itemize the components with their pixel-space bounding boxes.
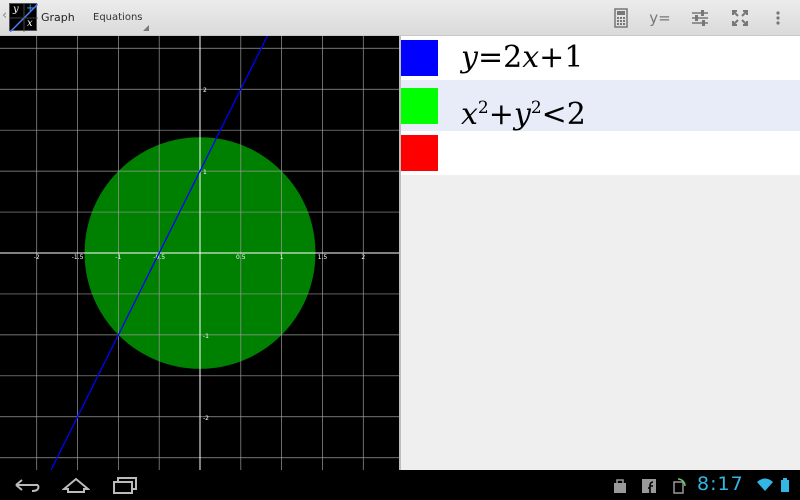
fullscreen-button[interactable] <box>729 6 751 30</box>
recent-apps-icon[interactable] <box>112 475 140 495</box>
overflow-menu-icon <box>776 11 780 25</box>
action-bar: ‹ y + x Graph Equations y= <box>0 0 800 36</box>
settings-button[interactable] <box>688 6 712 30</box>
y-tick-label: 1 <box>203 169 207 176</box>
equation-text-1[interactable]: y=2x+1 <box>461 38 583 78</box>
spinner-triangle-icon <box>143 25 149 31</box>
x-tick-label: 2 <box>361 254 365 261</box>
system-navigation-bar <box>0 470 800 500</box>
graph-canvas[interactable]: -2 -1.5 -1 -0.5 0.5 1 1.5 2 2 1 -1 -2 <box>0 35 400 471</box>
equation-color-swatch-3[interactable] <box>401 135 438 171</box>
x-tick-label: 1.5 <box>318 254 328 261</box>
wifi-icon <box>757 478 773 491</box>
fullscreen-icon <box>732 10 748 26</box>
calculator-button[interactable] <box>610 6 632 30</box>
graph-svg: -2 -1.5 -1 -0.5 0.5 1 1.5 221-1-2 <box>0 35 400 471</box>
y-tick-label: -1 <box>203 333 209 340</box>
shopping-bag-icon <box>614 479 626 493</box>
home-icon[interactable] <box>62 475 90 495</box>
app-icon[interactable]: y + x <box>9 3 38 32</box>
y-equals-icon: y= <box>649 9 671 27</box>
app-icon-diagonal <box>10 4 38 32</box>
equations-panel: y=2x+1 x2+y2<2 <box>401 36 800 470</box>
equations-spinner[interactable]: Equations <box>93 12 143 23</box>
equation-row-2[interactable]: x2+y2<2 <box>401 80 800 132</box>
x-tick-label: -2 <box>34 254 40 261</box>
y-tick-label: -2 <box>203 415 209 422</box>
up-caret-icon[interactable]: ‹ <box>2 8 7 23</box>
equation-text-2[interactable]: x2+y2<2 <box>461 88 586 135</box>
calculator-icon <box>614 8 628 28</box>
equation-color-swatch-1[interactable] <box>401 40 438 76</box>
status-clock: 8:17 <box>697 473 744 495</box>
battery-icon <box>781 478 789 492</box>
overflow-menu-button[interactable] <box>770 6 786 30</box>
sync-notification-icon <box>673 478 686 494</box>
equation-row-1[interactable]: y=2x+1 <box>401 36 800 80</box>
app-title: Graph <box>41 11 75 24</box>
y-equals-button[interactable]: y= <box>646 6 674 30</box>
settings-sliders-icon <box>692 10 708 26</box>
y-tick-label: 2 <box>203 87 207 94</box>
facebook-icon <box>642 479 656 493</box>
equation-color-swatch-2[interactable] <box>401 88 438 124</box>
back-icon[interactable] <box>12 475 42 495</box>
equation-row-3[interactable] <box>401 131 800 175</box>
x-tick-label: 1 <box>280 254 284 261</box>
x-tick-label: -1.5 <box>72 254 84 261</box>
x-tick-label: -1 <box>115 254 121 261</box>
x-tick-label: 0.5 <box>236 254 246 261</box>
